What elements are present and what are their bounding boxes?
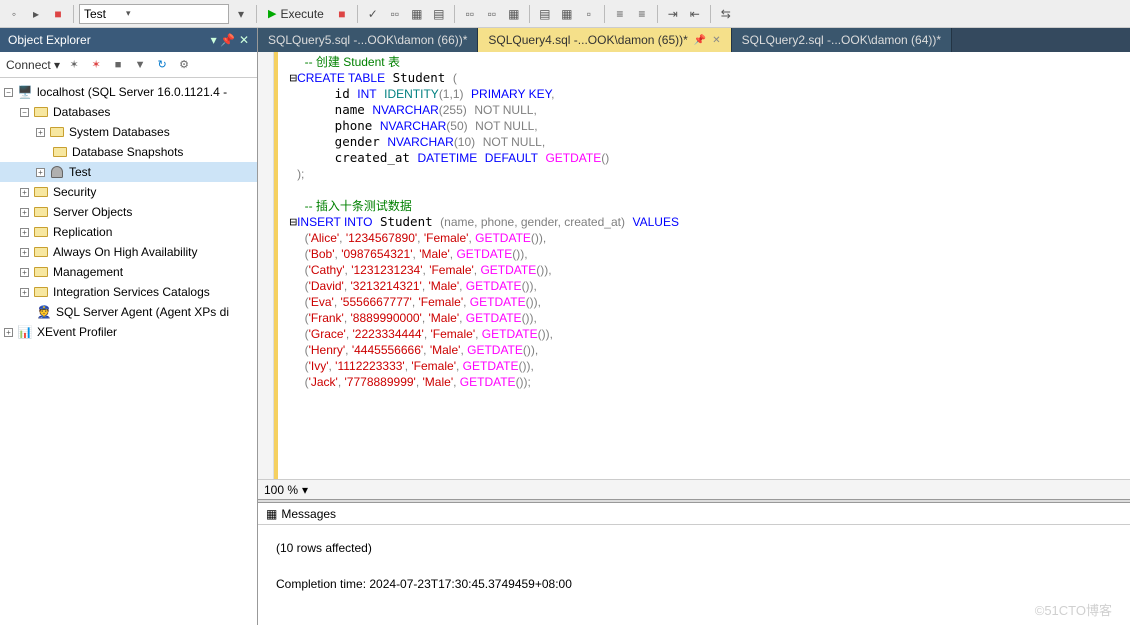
pin-icon[interactable]: ▾ 📌 xyxy=(211,33,235,47)
display-plan-icon[interactable]: ▫▫ xyxy=(385,4,405,24)
results-file-icon[interactable]: ▫ xyxy=(579,4,599,24)
specify-values-icon[interactable]: ⇆ xyxy=(716,4,736,24)
messages-output: (10 rows affected) Completion time: 2024… xyxy=(258,525,1130,625)
alwayson-node[interactable]: +Always On High Availability xyxy=(0,242,257,262)
sql-editor[interactable]: -- 创建 Student 表 ⊟CREATE TABLE Student ( … xyxy=(258,52,1130,479)
results-grid-icon[interactable]: ▤ xyxy=(535,4,555,24)
isc-node[interactable]: +Integration Services Catalogs xyxy=(0,282,257,302)
editor-tabs: SQLQuery5.sql -...OOK\damon (66))* SQLQu… xyxy=(258,28,1130,52)
database-combo[interactable]: Test xyxy=(79,4,229,24)
comment-icon[interactable]: ≡ xyxy=(610,4,630,24)
zoom-dropdown-icon[interactable]: ▾ xyxy=(302,483,308,497)
databases-node[interactable]: −Databases xyxy=(0,102,257,122)
parse-icon[interactable]: ✓ xyxy=(363,4,383,24)
stop-icon[interactable]: ■ xyxy=(48,4,68,24)
nav-back-icon[interactable]: ◦ xyxy=(4,4,24,24)
indent-icon[interactable]: ⇥ xyxy=(663,4,683,24)
include-plan-icon[interactable]: ▤ xyxy=(429,4,449,24)
zoom-bar: 100 % ▾ xyxy=(258,479,1130,499)
disconnect-icon[interactable]: ✶ xyxy=(66,57,82,73)
sysdb-node[interactable]: +System Databases xyxy=(0,122,257,142)
xevent-node[interactable]: +📊XEvent Profiler xyxy=(0,322,257,342)
close-icon[interactable]: ✕ xyxy=(239,33,249,47)
server-objects-node[interactable]: +Server Objects xyxy=(0,202,257,222)
stop-icon[interactable]: ✶ xyxy=(88,57,104,73)
management-node[interactable]: +Management xyxy=(0,262,257,282)
refresh-icon[interactable]: ↻ xyxy=(154,57,170,73)
filter-off-icon[interactable]: ■ xyxy=(110,57,126,73)
live-stats-icon[interactable]: ▦ xyxy=(504,4,524,24)
search-icon[interactable]: ⚙ xyxy=(176,57,192,73)
connect-button[interactable]: Connect ▾ xyxy=(6,58,60,72)
client-stats-icon[interactable]: ▫▫ xyxy=(482,4,502,24)
tab-query5[interactable]: SQLQuery5.sql -...OOK\damon (66))* xyxy=(258,28,478,52)
table-icon[interactable]: ▦ xyxy=(407,4,427,24)
connect-toolbar: Connect ▾ ✶ ✶ ■ ▼ ↻ ⚙ xyxy=(0,52,257,78)
uncomment-icon[interactable]: ≡ xyxy=(632,4,652,24)
security-node[interactable]: +Security xyxy=(0,182,257,202)
tab-query4[interactable]: SQLQuery4.sql -...OOK\damon (65))*📌✕ xyxy=(478,28,731,52)
snapshots-node[interactable]: Database Snapshots xyxy=(0,142,257,162)
nav-fwd-icon[interactable]: ▸ xyxy=(26,4,46,24)
pin-icon[interactable]: 📌 xyxy=(694,35,706,46)
tab-query2[interactable]: SQLQuery2.sql -...OOK\damon (64))* xyxy=(732,28,952,52)
messages-icon: ▦ xyxy=(266,507,277,521)
filter-icon[interactable]: ▼ xyxy=(132,57,148,73)
agent-node[interactable]: 👮SQL Server Agent (Agent XPs di xyxy=(0,302,257,322)
messages-tab[interactable]: ▦ Messages xyxy=(258,503,1130,525)
close-tab-icon[interactable]: ✕ xyxy=(712,35,720,46)
test-db-node[interactable]: +Test xyxy=(0,162,257,182)
object-tree[interactable]: −🖥️localhost (SQL Server 16.0.1121.4 - −… xyxy=(0,78,257,625)
dropdown-icon[interactable]: ▾ xyxy=(231,4,251,24)
debug-stop-icon[interactable]: ■ xyxy=(332,4,352,24)
execute-button[interactable]: ▶Execute xyxy=(262,4,330,24)
zoom-level[interactable]: 100 % xyxy=(264,483,298,497)
server-node[interactable]: −🖥️localhost (SQL Server 16.0.1121.4 - xyxy=(0,82,257,102)
outdent-icon[interactable]: ⇤ xyxy=(685,4,705,24)
main-toolbar: ◦ ▸ ■ Test ▾ ▶Execute ■ ✓ ▫▫ ▦ ▤ ▫▫ ▫▫ ▦… xyxy=(0,0,1130,28)
panel-title: Object Explorer ▾ 📌 ✕ xyxy=(0,28,257,52)
results-text-icon[interactable]: ▦ xyxy=(557,4,577,24)
options-icon[interactable]: ▫▫ xyxy=(460,4,480,24)
object-explorer-panel: Object Explorer ▾ 📌 ✕ Connect ▾ ✶ ✶ ■ ▼ … xyxy=(0,28,258,625)
replication-node[interactable]: +Replication xyxy=(0,222,257,242)
